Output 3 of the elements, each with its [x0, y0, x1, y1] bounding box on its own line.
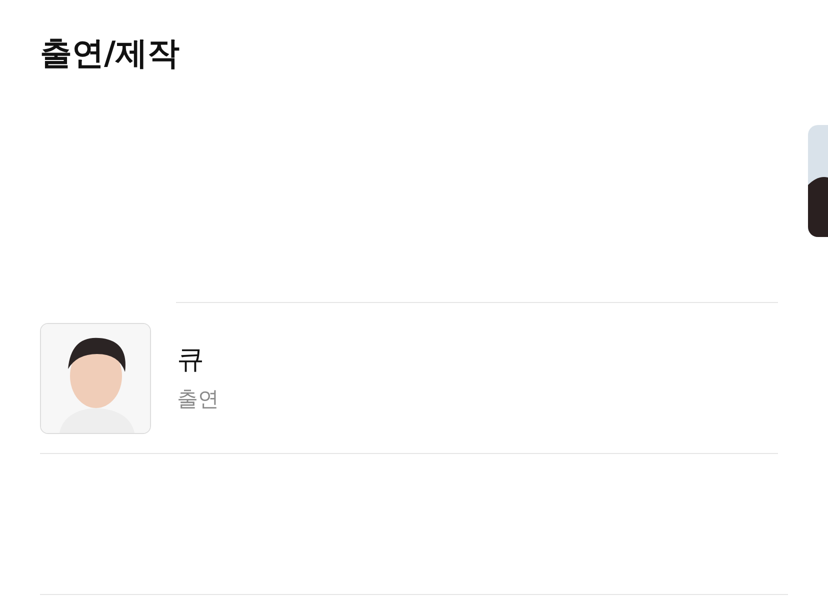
cast-role: 출연 [177, 386, 219, 413]
cast-name[interactable]: 큐 [177, 342, 219, 378]
section-title: 출연/제작 [40, 33, 181, 74]
